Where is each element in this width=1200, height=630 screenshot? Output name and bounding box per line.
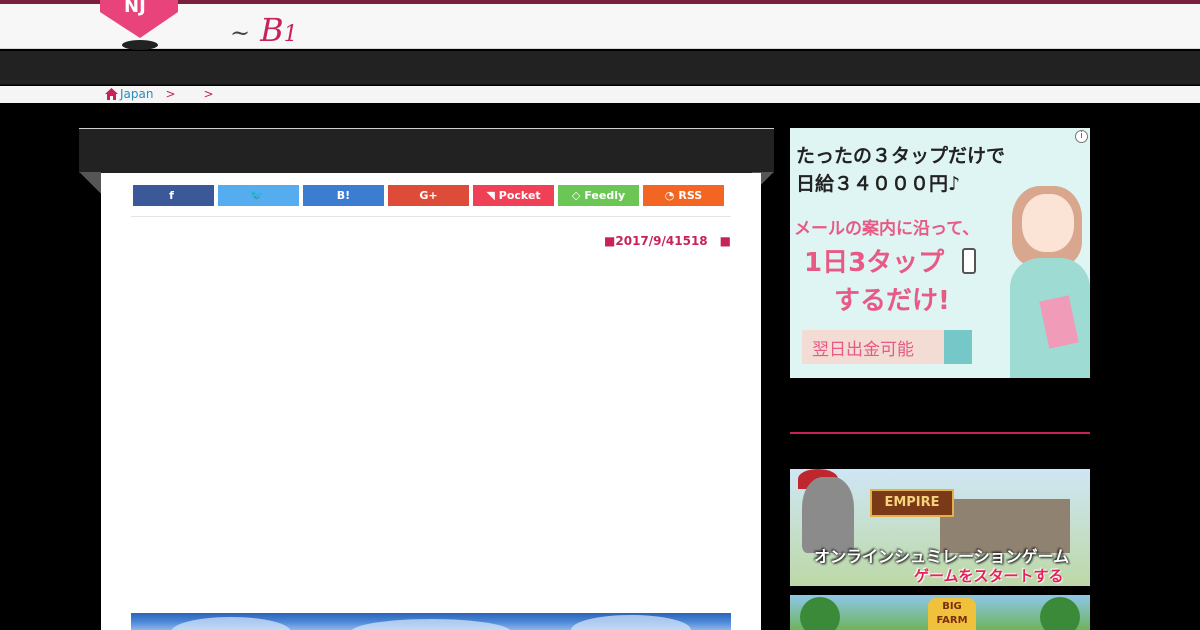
ad-headline-1: たったの３タップだけで (796, 145, 1006, 167)
ad-game-title: オンラインシュミレーションゲーム (814, 547, 1070, 566)
share-button-label: B! (336, 189, 351, 202)
ad-game-cta[interactable]: ゲームをスタートする (914, 565, 1064, 586)
share-button-label: G+ (419, 189, 438, 202)
breadcrumb-separator: > (203, 87, 214, 101)
sidebar-ad-big-farm[interactable]: BIG FARM (790, 595, 1090, 630)
big-farm-logo: BIG FARM (928, 598, 976, 630)
svg-text:NJ: NJ (124, 0, 146, 17)
home-icon (105, 88, 118, 100)
ad-pill-label: 翌日出金可能 (802, 330, 972, 364)
article-title-bar (79, 128, 774, 173)
facebook-share-button[interactable]: f (133, 185, 214, 206)
ad-headline-2: 日給３４０００円♪ (796, 173, 961, 195)
breadcrumb-home-link[interactable]: Japan (105, 87, 153, 101)
pocket-share-button[interactable]: ◥ Pocket (473, 185, 554, 206)
main-navbar (0, 51, 1200, 85)
ad-info-icon[interactable]: i (1075, 130, 1088, 143)
sidebar-ad-tap-income[interactable]: i たったの３タップだけで 日給３４０００円♪ メールの案内に沿って、 1日3タ… (790, 128, 1090, 378)
breadcrumb: Japan > > (105, 87, 230, 101)
post-date: ■2017/9/41518 ■ (604, 234, 731, 248)
twitter-share-button[interactable]: 🐦 (218, 185, 299, 206)
share-buttons: f 🐦 B! G+ ◥ Pocket ◇ Feedly ◔ RSS (133, 185, 724, 206)
smartphone-icon (962, 248, 976, 274)
breadcrumb-bar: Japan > > (0, 86, 1200, 103)
pocket-icon: ◥ (486, 189, 495, 202)
ad-big-text-1: 1日3タップ (804, 248, 945, 278)
tagline-number: 1 (283, 22, 298, 47)
facebook-icon: f (169, 189, 174, 202)
ribbon-fold-left (79, 172, 101, 194)
tagline-tilde: ~ (230, 19, 251, 47)
site-header: NJ ~ B1 (0, 0, 1200, 50)
sidebar-divider (790, 432, 1090, 434)
woman-face-illustration (1022, 194, 1074, 252)
hatena-share-button[interactable]: B! (303, 185, 384, 206)
breadcrumb-home-label: Japan (120, 87, 154, 101)
share-button-label: Pocket (498, 189, 541, 202)
site-logo[interactable]: NJ (100, 0, 180, 54)
feedly-icon: ◇ (571, 189, 581, 202)
share-button-label: Feedly (584, 189, 626, 202)
sidebar-ad-empire[interactable]: EMPIRE オンラインシュミレーションゲーム ゲームをスタートする (790, 469, 1090, 586)
site-tagline: ~ B1 (230, 10, 298, 55)
share-button-label: RSS (678, 189, 703, 202)
feedly-share-button[interactable]: ◇ Feedly (558, 185, 639, 206)
rss-share-button[interactable]: ◔ RSS (643, 185, 724, 206)
ad-pill-text: 翌日出金可能 (812, 340, 914, 360)
rss-icon: ◔ (664, 189, 675, 202)
knight-illustration (802, 477, 854, 553)
article-hero-image (131, 613, 731, 630)
share-divider (131, 216, 731, 217)
google-plus-share-button[interactable]: G+ (388, 185, 469, 206)
twitter-icon: 🐦 (249, 189, 264, 202)
tagline-letter: B (260, 11, 284, 49)
breadcrumb-separator: > (165, 87, 176, 101)
ad-subline: メールの案内に沿って、 (794, 219, 980, 239)
ad-big-text-2: するだけ! (834, 286, 950, 316)
empire-logo: EMPIRE (870, 489, 954, 517)
tree-illustration (800, 597, 840, 630)
tree-illustration (1040, 597, 1080, 630)
